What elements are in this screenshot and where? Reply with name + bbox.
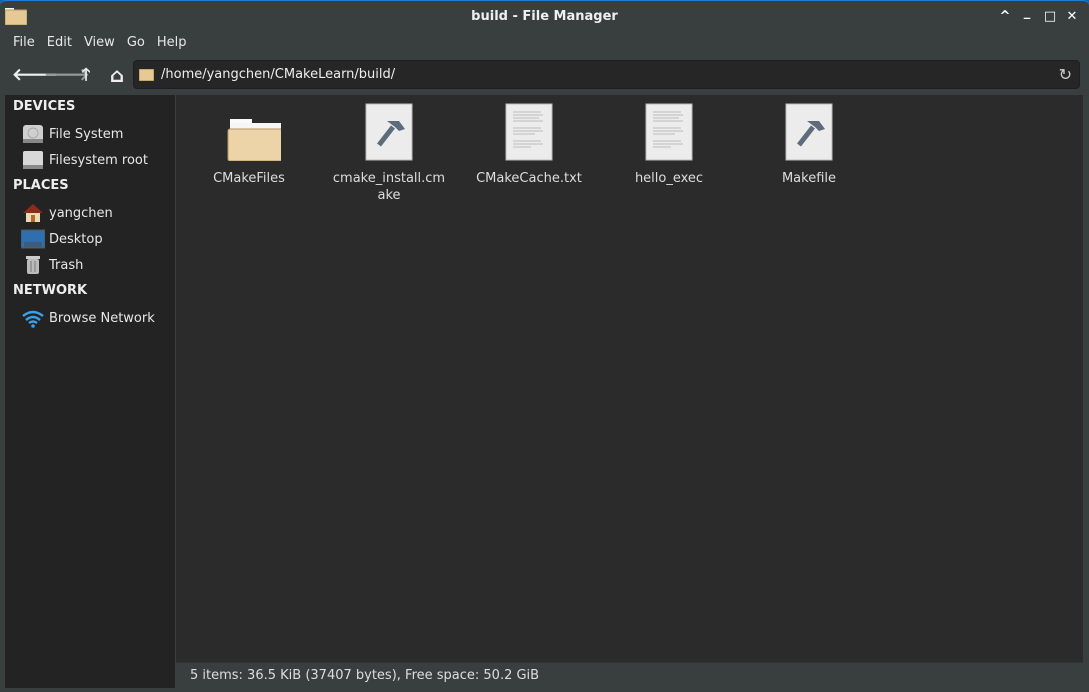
file-name: CMakeCache.txt [476, 171, 582, 186]
menu-file[interactable]: File [0, 33, 42, 55]
section-places: PLACES [13, 178, 69, 193]
shade-button[interactable]: ^ [997, 9, 1013, 25]
file-name: Makefile [781, 171, 837, 186]
reload-icon[interactable]: ↻ [1059, 65, 1072, 84]
desktop-icon [21, 228, 45, 250]
folder-icon [227, 119, 281, 161]
drive-icon [21, 149, 45, 171]
menu-view[interactable]: View [77, 33, 122, 55]
file-name: cmake_install.cmake [332, 171, 446, 203]
back-arrow-icon[interactable]: 🡐 [12, 65, 58, 85]
menu-help[interactable]: Help [150, 33, 194, 55]
sidebar-item-browse-network[interactable]: Browse Network [21, 307, 171, 329]
sidebar-item-label: File System [49, 126, 124, 142]
section-devices: DEVICES [13, 99, 76, 114]
sidebar-item-filesystem-root[interactable]: Filesystem root [21, 149, 171, 171]
folder-icon [139, 69, 154, 81]
file-name: CMakeFiles [213, 171, 285, 186]
sidebar-item-label: Browse Network [49, 310, 155, 326]
title-bar: build - File Manager ^ _ □ ✕ [0, 1, 1089, 33]
menu-bar: File Edit View Go Help [0, 33, 191, 55]
window-title: build - File Manager [471, 9, 618, 24]
minimize-button[interactable]: _ [1019, 5, 1035, 21]
sidebar-item-label: yangchen [49, 205, 113, 221]
wifi-icon [21, 307, 45, 329]
maximize-button[interactable]: □ [1042, 9, 1058, 25]
location-bar[interactable]: /home/yangchen/CMakeLearn/build/ ↻ [133, 60, 1080, 89]
toolbar: 🡐 🡒 🡑 ⌂ /home/yangchen/CMakeLearn/build/… [0, 59, 1089, 91]
text-file-icon [645, 103, 693, 161]
home-icon[interactable]: ⌂ [106, 65, 128, 85]
file-name: hello_exec [634, 171, 704, 186]
up-arrow-icon[interactable]: 🡑 [75, 65, 97, 85]
sidebar-item-yangchen[interactable]: yangchen [21, 202, 171, 224]
menu-go[interactable]: Go [120, 33, 152, 55]
sidebar-item-label: Trash [49, 257, 84, 273]
file-manager-window: build - File Manager ^ _ □ ✕ File Edit V… [0, 0, 1089, 692]
forward-arrow-icon[interactable]: 🡒 [44, 65, 90, 85]
file-view: CMakeFiles cmake_install.cmake CMakeCach… [176, 95, 1083, 662]
close-button[interactable]: ✕ [1064, 9, 1080, 25]
trash-icon [21, 254, 45, 276]
status-bar: 5 items: 36.5 KiB (37407 bytes), Free sp… [176, 662, 1083, 688]
menu-edit[interactable]: Edit [40, 33, 79, 55]
drive-harddisk-icon [21, 123, 45, 145]
hammer-build-icon [785, 103, 833, 161]
sidebar-item-label: Desktop [49, 231, 103, 247]
home-icon [21, 202, 45, 224]
section-network: NETWORK [13, 283, 88, 298]
path-input[interactable]: /home/yangchen/CMakeLearn/build/ [161, 67, 395, 82]
sidebar-item-label: Filesystem root [49, 152, 148, 168]
status-text: 5 items: 36.5 KiB (37407 bytes), Free sp… [190, 668, 540, 683]
sidebar: DEVICES File System Filesystem root PLAC… [5, 95, 175, 688]
sidebar-item-file-system[interactable]: File System [21, 123, 171, 145]
text-file-icon [505, 103, 553, 161]
hammer-build-icon [365, 103, 413, 161]
sidebar-item-desktop[interactable]: Desktop [21, 228, 171, 250]
sidebar-item-trash[interactable]: Trash [21, 254, 171, 276]
